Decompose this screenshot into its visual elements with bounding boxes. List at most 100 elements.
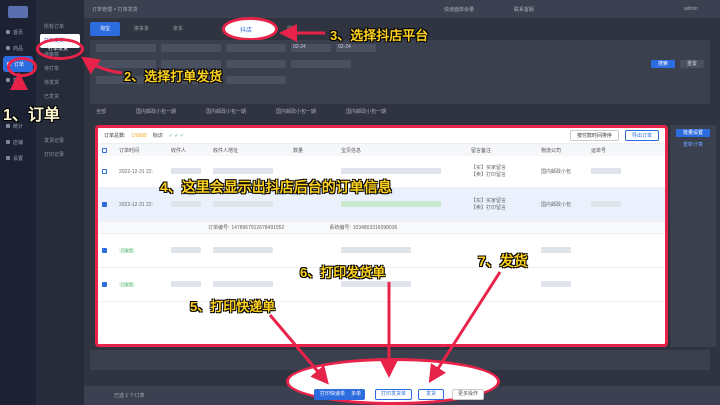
system-number: 1034803316098036 <box>352 224 398 231</box>
tab-jingdong[interactable]: 京东 <box>163 22 193 36</box>
sidebar-item-goods[interactable]: 商品 <box>0 40 36 56</box>
recipient-blurred <box>171 280 201 287</box>
logistics-blurred <box>541 280 571 287</box>
more-orders-dropdown[interactable]: 多单 <box>347 389 366 400</box>
selected-count: 已选 1 个订单 <box>114 393 145 399</box>
sidebar-orders-highlight <box>7 57 37 77</box>
address-blurred <box>213 167 273 174</box>
column-header: 留言备注 <box>471 147 492 154</box>
shop-icon <box>6 140 10 144</box>
sort-select[interactable]: 按付款时间排序 <box>569 130 619 141</box>
filter-field[interactable] <box>96 44 156 52</box>
filter-field[interactable] <box>291 60 351 68</box>
order-total-label: 订单总数: <box>104 133 126 139</box>
row-checkbox[interactable] <box>102 248 107 253</box>
note-cell: 【买】买家留言 【卖】打印留言 <box>471 197 507 211</box>
table-header: 订单时间 收件人 收件人地址 数量 宝贝信息 留言备注 物流公司 运单号 <box>98 144 665 156</box>
search-button[interactable]: 搜索 <box>651 60 675 68</box>
order-number: 1478967912678491552 <box>231 224 285 231</box>
waybill-blurred <box>591 200 621 207</box>
filter-field[interactable] <box>161 44 221 52</box>
system-number-label: 系统编号: <box>329 225 351 231</box>
callout-print-ship: 2、选择打单发货 <box>124 69 223 84</box>
row-checkbox[interactable] <box>102 282 107 287</box>
column-header: 订单时间 <box>119 147 140 154</box>
logistics-company: 国内邮政小包 <box>541 169 572 175</box>
date-start-field[interactable]: 02-24 <box>291 44 331 52</box>
select-all-checkbox[interactable] <box>102 147 107 153</box>
order-time: 2022-12-31 22: <box>119 168 153 175</box>
status-tab[interactable]: 国内邮政小包一期 <box>136 108 176 118</box>
product-blurred <box>341 200 441 207</box>
column-header: 宝贝信息 <box>341 147 362 154</box>
tab-pinduoduo[interactable]: 拼多多 <box>124 22 159 36</box>
right-actions: 批量设置 重新计算 <box>670 125 716 347</box>
product-blurred <box>341 246 411 253</box>
sidebar-item-settings[interactable]: 设置 <box>0 150 36 166</box>
recalculate-link[interactable]: 重新计算 <box>676 141 710 149</box>
product-blurred <box>341 167 441 174</box>
subnav-pending-print[interactable]: 待打单 <box>36 62 84 76</box>
top-bar: 订单管理 > 打单发货 快递面单余量 联系客服 admin <box>84 0 720 18</box>
more-actions-button[interactable]: 更多操作 <box>452 389 485 400</box>
tab-kuaishou[interactable]: 快手 <box>277 22 307 36</box>
subnav-all-orders[interactable]: 所有订单 <box>36 20 84 34</box>
callout-order-info: 4、这里会显示出抖店后台的订单信息 <box>160 179 392 195</box>
filter-field[interactable] <box>226 76 286 84</box>
status-tab[interactable]: 国内邮政小包一期 <box>346 108 386 118</box>
date-end-field[interactable]: 02-24 <box>336 44 376 52</box>
callout-ship: 7、发货 <box>478 253 528 269</box>
sidebar-item-home[interactable]: 首页 <box>0 24 36 40</box>
column-header: 运单号 <box>591 147 607 154</box>
order-time: 2022-12-31 22: <box>119 201 153 208</box>
address-blurred <box>213 280 273 287</box>
column-header: 收件人 <box>171 147 187 154</box>
row-checkbox[interactable] <box>102 202 107 207</box>
logistics-blurred <box>541 246 571 253</box>
order-list-panel: 订单总数: 1/9999 标识 ✓ ✓ ✓ 按付款时间排序 导出订单 订单时间 … <box>95 125 668 347</box>
sidebar-item-shop[interactable]: 店铺 <box>0 134 36 150</box>
row-checkbox[interactable] <box>102 169 107 174</box>
print-express-button[interactable]: 打印快递单 <box>314 389 352 400</box>
user-name[interactable]: admin <box>684 6 698 12</box>
filter-field[interactable] <box>226 60 286 68</box>
column-header: 物流公司 <box>541 147 562 154</box>
app-logo <box>8 6 28 18</box>
breadcrumb: 订单管理 > 打单发货 <box>92 7 138 13</box>
order-number-label: 订单编号: <box>208 225 230 231</box>
callout-orders: 1、订单 <box>3 107 60 124</box>
subnav-pending-ship[interactable]: 待发货 <box>36 76 84 90</box>
waybill-balance[interactable]: 快递面单余量 <box>444 6 474 13</box>
callout-print-express: 5、打印快递单 <box>190 299 276 314</box>
note-cell: 【买】买家留言 【卖】打印留言 <box>471 164 507 178</box>
tab-taobao[interactable]: 淘宝 <box>90 22 121 36</box>
gear-icon <box>6 156 10 160</box>
check-icon[interactable]: ✓ ✓ ✓ <box>169 133 184 139</box>
sub-navigation: 所有订单 打单发货 待审核 待打单 待发货 已发货 发货记录 打印记录 <box>36 0 84 405</box>
reset-button[interactable]: 重置 <box>680 60 704 68</box>
filter-field[interactable] <box>226 44 286 52</box>
ship-button[interactable]: 发货 <box>418 389 445 400</box>
print-ship-button[interactable]: 打印发货单 <box>375 389 413 400</box>
status-tab[interactable]: 国内邮政小包一期 <box>206 108 246 118</box>
mark-label: 标识 <box>152 133 163 139</box>
product-blurred <box>341 280 411 287</box>
waybill-blurred <box>591 167 621 174</box>
status-tab[interactable]: 全部 <box>96 108 106 118</box>
goods-icon <box>6 46 10 50</box>
batch-setting-button[interactable]: 批量设置 <box>676 129 710 137</box>
logistics-company: 国内邮政小包 <box>541 202 572 208</box>
recipient-blurred <box>171 246 201 253</box>
export-button[interactable]: 导出订单 <box>624 130 659 141</box>
tab-douyin[interactable]: 抖店 <box>240 25 252 34</box>
status-badge: 已发货 <box>119 281 135 287</box>
recipient-blurred <box>171 167 201 174</box>
column-header: 收件人地址 <box>213 147 239 154</box>
status-tabs: 全部 国内邮政小包一期 国内邮政小包一期 国内邮政小包一期 国内邮政小包一期 <box>90 108 710 118</box>
subnav-ship-records[interactable]: 发货记录 <box>36 134 84 148</box>
customer-service-link[interactable]: 联系客服 <box>514 6 534 13</box>
column-header: 数量 <box>293 147 304 154</box>
status-tab[interactable]: 国内邮政小包一期 <box>276 108 316 118</box>
subnav-highlight-label: 打单发货 <box>48 46 69 52</box>
subnav-print-records[interactable]: 打印记录 <box>36 148 84 162</box>
